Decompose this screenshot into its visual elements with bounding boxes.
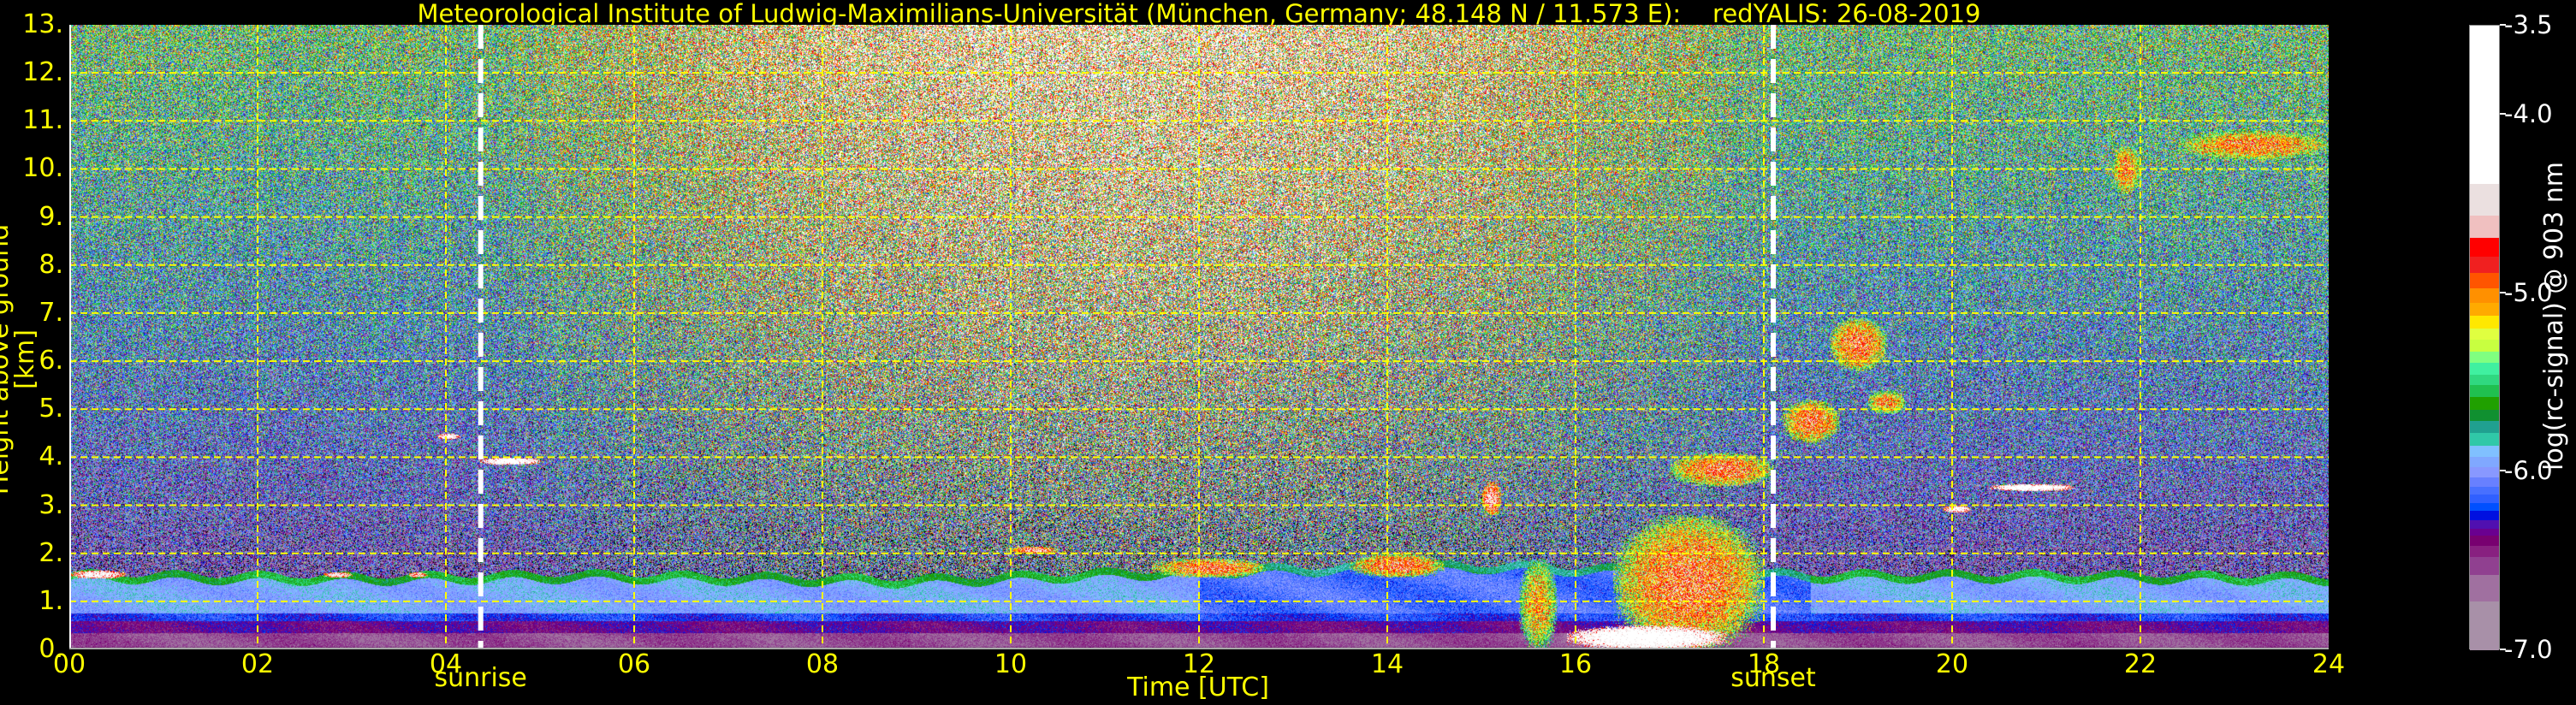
colorbar-segment <box>2470 519 2499 529</box>
colorbar-segment <box>2470 215 2499 238</box>
colorbar-segment <box>2470 535 2499 546</box>
colorbar-segment <box>2470 494 2499 503</box>
colorbar-segment <box>2470 328 2499 340</box>
sunrise-label: sunrise <box>434 663 527 693</box>
colorbar-segment <box>2470 396 2499 411</box>
colorbar-segment <box>2470 339 2499 352</box>
colorbar-segment <box>2470 432 2499 447</box>
x-tick-label: 14 <box>1370 649 1404 679</box>
colorbar-segment <box>2470 237 2499 258</box>
x-tick-label: 08 <box>805 649 840 679</box>
y-tick-label: 12. <box>22 57 63 88</box>
colorbar-segment <box>2470 287 2499 303</box>
colorbar-segment <box>2470 384 2499 398</box>
colorbar-segment <box>2470 362 2499 376</box>
colorbar-tick-label: -4.0 <box>2504 99 2553 129</box>
x-tick-label: 10 <box>994 649 1028 679</box>
colorbar-segment <box>2470 420 2499 434</box>
x-axis-label: Time [UTC] <box>1127 672 1269 702</box>
y-axis-label: Height above ground [km] <box>0 223 40 495</box>
colorbar-tick-label: -3.5 <box>2504 10 2553 39</box>
x-tick-label: 00 <box>52 649 86 679</box>
y-tick-label: 13. <box>22 9 63 39</box>
colorbar-segment <box>2470 351 2499 363</box>
colorbar-segment <box>2470 556 2499 576</box>
colorbar-segment <box>2470 445 2499 457</box>
x-tick-label: 24 <box>2312 649 2346 679</box>
y-tick-label: 2. <box>39 537 63 568</box>
colorbar-segment <box>2470 315 2499 329</box>
y-tick-label: 10. <box>22 153 63 184</box>
colorbar-segment <box>2470 272 2499 289</box>
grid-overlay <box>69 25 2329 649</box>
colorbar-segment <box>2470 183 2499 216</box>
colorbar-segment <box>2470 409 2499 421</box>
colorbar-segment <box>2470 601 2499 651</box>
y-tick-label: 1. <box>39 585 63 616</box>
x-tick-label: 16 <box>1558 649 1593 679</box>
x-tick-label: 20 <box>1935 649 1969 679</box>
sunset-label: sunset <box>1730 663 1816 693</box>
colorbar-label: log(rc-signal) @ 903 nm <box>2539 162 2569 471</box>
colorbar-segment <box>2470 510 2499 521</box>
colorbar-segment <box>2470 574 2499 601</box>
x-tick-label: 22 <box>2123 649 2158 679</box>
colorbar-segment <box>2470 486 2499 495</box>
colorbar-segment <box>2470 477 2499 488</box>
plot-area <box>69 25 2329 649</box>
colorbar-segment <box>2470 26 2499 184</box>
colorbar-segment <box>2470 545 2499 557</box>
colorbar-segment <box>2470 466 2499 477</box>
x-tick-label: 06 <box>617 649 651 679</box>
y-tick-label: 11. <box>22 105 63 136</box>
colorbar-segment <box>2470 528 2499 536</box>
x-tick-label: 02 <box>240 649 275 679</box>
chart-title: Meteorological Institute of Ludwig-Maxim… <box>417 0 1981 28</box>
colorbar-segment <box>2470 456 2499 467</box>
colorbar-segment <box>2470 256 2499 273</box>
colorbar-segment <box>2470 502 2499 512</box>
colorbar-tick-label: -7.0 <box>2504 635 2553 664</box>
colorbar-segment <box>2470 374 2499 386</box>
colorbar-segment <box>2470 302 2499 316</box>
colorbar <box>2469 25 2500 651</box>
